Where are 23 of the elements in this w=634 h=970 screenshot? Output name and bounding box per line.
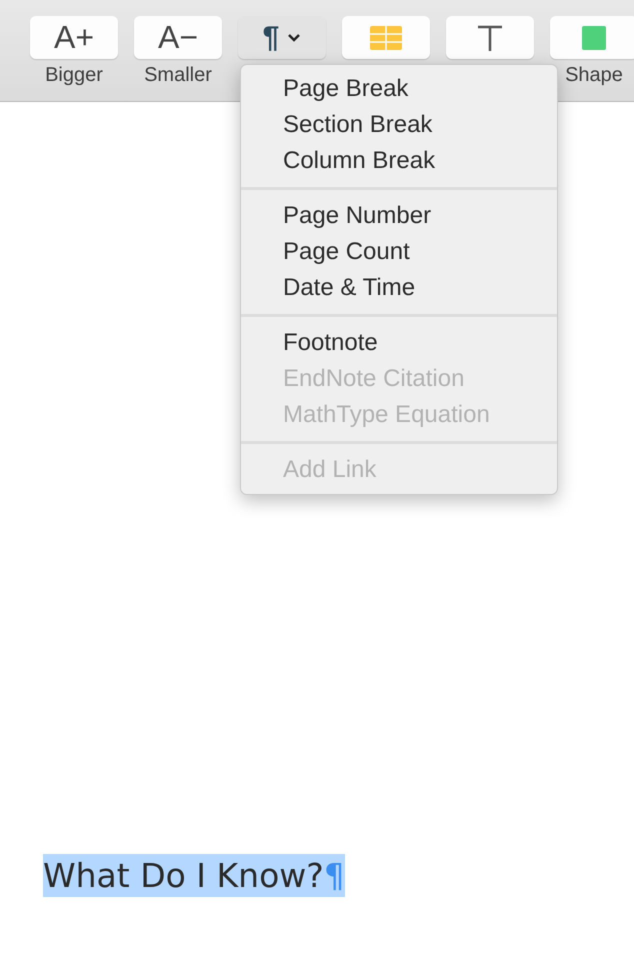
menu-item[interactable]: Page Number — [241, 198, 557, 234]
button-label: Smaller — [144, 64, 212, 87]
table-button[interactable] — [342, 16, 430, 59]
button-label: Shape — [565, 64, 623, 87]
menu-item[interactable]: Column Break — [241, 143, 557, 179]
shape-button[interactable] — [550, 16, 634, 59]
pilcrow-icon: ¶ — [262, 20, 280, 54]
square-icon — [582, 26, 606, 50]
button-label: Bigger — [45, 64, 103, 87]
font-size-button[interactable]: A− — [134, 16, 222, 59]
table-icon — [370, 26, 402, 50]
menu-item[interactable]: Footnote — [241, 325, 557, 361]
menu-item[interactable]: Page Count — [241, 234, 557, 270]
menu-item[interactable]: Date & Time — [241, 270, 557, 306]
menu-item[interactable]: Page Break — [241, 71, 557, 107]
font-size-button[interactable]: A+ — [30, 16, 118, 59]
text-box-button[interactable] — [446, 16, 534, 59]
insert-button[interactable]: ¶ — [238, 16, 326, 59]
menu-item[interactable]: Section Break — [241, 107, 557, 143]
chevron-icon — [287, 32, 302, 42]
heading-text: What Do I Know?¶ — [43, 854, 345, 897]
pilcrow-mark: ¶ — [324, 856, 345, 895]
text-icon — [477, 24, 503, 50]
